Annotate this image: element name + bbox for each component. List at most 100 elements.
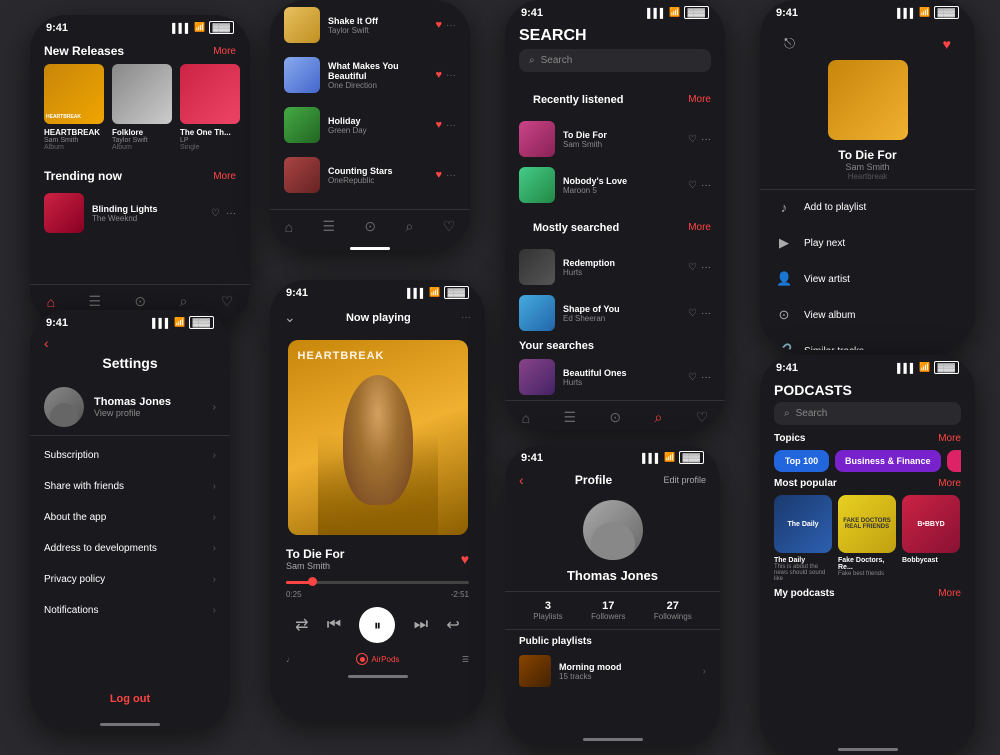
more-icon[interactable]: ··· xyxy=(701,134,711,145)
logout-button[interactable]: Log out xyxy=(30,681,230,717)
prev-icon[interactable]: ⏮ xyxy=(327,616,341,634)
dots-icon[interactable]: ··· xyxy=(446,20,456,31)
view-profile-link[interactable]: View profile xyxy=(94,408,171,418)
nav-favorite-icon[interactable]: ♡ xyxy=(221,293,234,310)
settings-item-privacy[interactable]: Privacy policy › xyxy=(30,564,230,595)
settings-item-about[interactable]: About the app › xyxy=(30,502,230,533)
settings-item-address[interactable]: Address to developments › xyxy=(30,533,230,564)
podcast-card-bobbycast[interactable]: B•BBYD Bobbycast xyxy=(902,495,960,582)
search-input[interactable]: Search xyxy=(541,55,573,66)
airpods-indicator[interactable]: AirPods xyxy=(356,653,399,665)
profile-section[interactable]: Thomas Jones View profile › xyxy=(30,379,230,436)
search-item[interactable]: Redemption Hurts ♡ ··· xyxy=(505,244,725,290)
podcast-card-fakedocs[interactable]: FAKE DOCTORS REAL FRIENDS Fake Doctors, … xyxy=(838,495,896,582)
settings-item-subscription[interactable]: Subscription › xyxy=(30,440,230,471)
queue-icon[interactable]: ☰ xyxy=(462,655,469,664)
topics-more[interactable]: More xyxy=(938,433,961,444)
phone-settings: 9:41 ▌▌▌ 📶 ▓▓▓ ‹ Settings Thomas Jones V… xyxy=(30,310,230,730)
repeat-icon[interactable]: ↩ xyxy=(446,615,459,635)
shuffle-icon[interactable]: ⇄ xyxy=(295,615,308,635)
nav-explore-icon[interactable]: ⊙ xyxy=(609,409,621,426)
nav-favorite-icon[interactable]: ♡ xyxy=(443,218,456,235)
heart-icon[interactable]: ♥ xyxy=(435,19,442,31)
search-input-wrap[interactable]: ⌕ Search xyxy=(519,49,711,72)
more-icon[interactable]: ··· xyxy=(226,208,236,219)
lyrics-icon[interactable]: ♩ xyxy=(286,655,294,664)
context-heart-icon[interactable]: ♥ xyxy=(943,36,951,52)
nav-explore-icon[interactable]: ⊙ xyxy=(134,293,146,310)
topic-chip-business[interactable]: Business & Finance xyxy=(835,450,941,472)
more-icon[interactable]: ··· xyxy=(701,180,711,191)
share-icon[interactable]: ⎋ xyxy=(784,35,795,52)
search-input[interactable]: Search xyxy=(796,408,828,419)
next-icon[interactable]: ⏭ xyxy=(414,616,428,634)
settings-back-button[interactable]: ‹ xyxy=(30,331,230,355)
nav-menu-icon[interactable]: ☰ xyxy=(564,409,577,426)
topic-chip-self[interactable]: Self... xyxy=(947,450,961,472)
more-icon[interactable]: ··· xyxy=(701,262,711,273)
trending-more[interactable]: More xyxy=(213,171,236,182)
topic-chip-top100[interactable]: Top 100 xyxy=(774,450,829,472)
profile-back-button[interactable]: ‹ xyxy=(519,472,524,488)
like-icon[interactable]: ♡ xyxy=(211,208,220,219)
recently-listened-more[interactable]: More xyxy=(688,94,711,105)
context-menu-add-to-playlist[interactable]: ♪ Add to playlist xyxy=(760,190,975,225)
like-icon[interactable]: ♡ xyxy=(688,180,697,191)
new-releases-more[interactable]: More xyxy=(213,46,236,57)
chevron-down-icon[interactable]: ⌄ xyxy=(284,309,296,326)
more-options-icon[interactable]: ··· xyxy=(461,312,471,323)
nav-menu-icon[interactable]: ☰ xyxy=(89,293,102,310)
nav-menu-icon[interactable]: ☰ xyxy=(323,218,336,235)
dots-icon[interactable]: ··· xyxy=(446,70,456,81)
nav-search-icon[interactable]: ⌕ xyxy=(180,293,188,310)
song-list-item[interactable]: What Makes You Beautiful One Direction ♥… xyxy=(270,50,470,100)
topics-section: Topics More Top 100 Business & Finance S… xyxy=(760,433,975,478)
nav-search-icon[interactable]: ⌕ xyxy=(655,409,663,426)
heart-icon[interactable]: ♥ xyxy=(435,69,442,81)
podcast-card-daily[interactable]: The Daily The Daily This is about the ne… xyxy=(774,495,832,582)
search-item[interactable]: Shape of You Ed Sheeran ♡ ··· xyxy=(505,290,725,336)
nav-explore-icon[interactable]: ⊙ xyxy=(364,218,376,235)
like-icon[interactable]: ♡ xyxy=(688,308,697,319)
like-icon[interactable]: ♡ xyxy=(688,372,697,383)
my-podcasts-more[interactable]: More xyxy=(938,588,961,599)
nav-search-icon[interactable]: ⌕ xyxy=(406,218,414,235)
song-list-item[interactable]: Shake It Off Taylor Swift ♥ ··· xyxy=(270,0,470,50)
heart-icon[interactable]: ♥ xyxy=(435,119,442,131)
context-menu-view-artist[interactable]: 👤 View artist xyxy=(760,261,975,297)
nav-home-icon[interactable]: ⌂ xyxy=(522,410,530,426)
like-icon[interactable]: ♡ xyxy=(688,262,697,273)
playlist-item[interactable]: Morning mood 15 tracks › xyxy=(505,651,720,691)
like-icon[interactable]: ♡ xyxy=(688,134,697,145)
dots-icon[interactable]: ··· xyxy=(446,120,456,131)
heart-icon[interactable]: ♥ xyxy=(435,169,442,181)
search-item[interactable]: Beautiful Ones Hurts ♡ ··· xyxy=(505,354,725,400)
context-menu-similar-tracks[interactable]: 🔗 Similar tracks xyxy=(760,333,975,350)
song-list-item[interactable]: Holiday Green Day ♥ ··· xyxy=(270,100,470,150)
edit-profile-button[interactable]: Edit profile xyxy=(663,475,706,485)
mostly-searched-more[interactable]: More xyxy=(688,222,711,233)
nav-home-icon[interactable]: ⌂ xyxy=(47,294,55,310)
podcasts-search[interactable]: ⌕ Search xyxy=(774,402,961,425)
dots-icon[interactable]: ··· xyxy=(446,170,456,181)
album-card[interactable]: HEARTBREAK Sam Smith Album xyxy=(44,64,104,151)
popular-more[interactable]: More xyxy=(938,478,961,489)
play-pause-button[interactable]: ⏸ xyxy=(359,607,395,643)
more-icon[interactable]: ··· xyxy=(701,308,711,319)
album-card[interactable]: Folklore Taylor Swift Album xyxy=(112,64,172,151)
settings-item-share[interactable]: Share with friends › xyxy=(30,471,230,502)
search-item[interactable]: Nobody's Love Maroon 5 ♡ ··· xyxy=(505,162,725,208)
settings-item-notifications[interactable]: Notifications › xyxy=(30,595,230,626)
album-card[interactable]: The One Th... LP Single xyxy=(180,64,240,151)
song-list-item[interactable]: Counting Stars OneRepublic ♥ ··· xyxy=(270,150,470,200)
progress-bar-container[interactable] xyxy=(270,577,485,588)
track-heart-icon[interactable]: ♥ xyxy=(461,551,469,567)
context-menu-view-album[interactable]: ⊙ View album xyxy=(760,297,975,333)
search-item[interactable]: To Die For Sam Smith ♡ ··· xyxy=(505,116,725,162)
nav-home-icon[interactable]: ⌂ xyxy=(285,219,293,235)
trending-item[interactable]: Blinding Lights The Weeknd ♡ ··· xyxy=(44,189,236,237)
context-menu-play-next[interactable]: ▶ Play next xyxy=(760,225,975,261)
more-icon[interactable]: ··· xyxy=(701,372,711,383)
profile-chevron-icon: › xyxy=(213,402,216,413)
nav-favorite-icon[interactable]: ♡ xyxy=(696,409,709,426)
